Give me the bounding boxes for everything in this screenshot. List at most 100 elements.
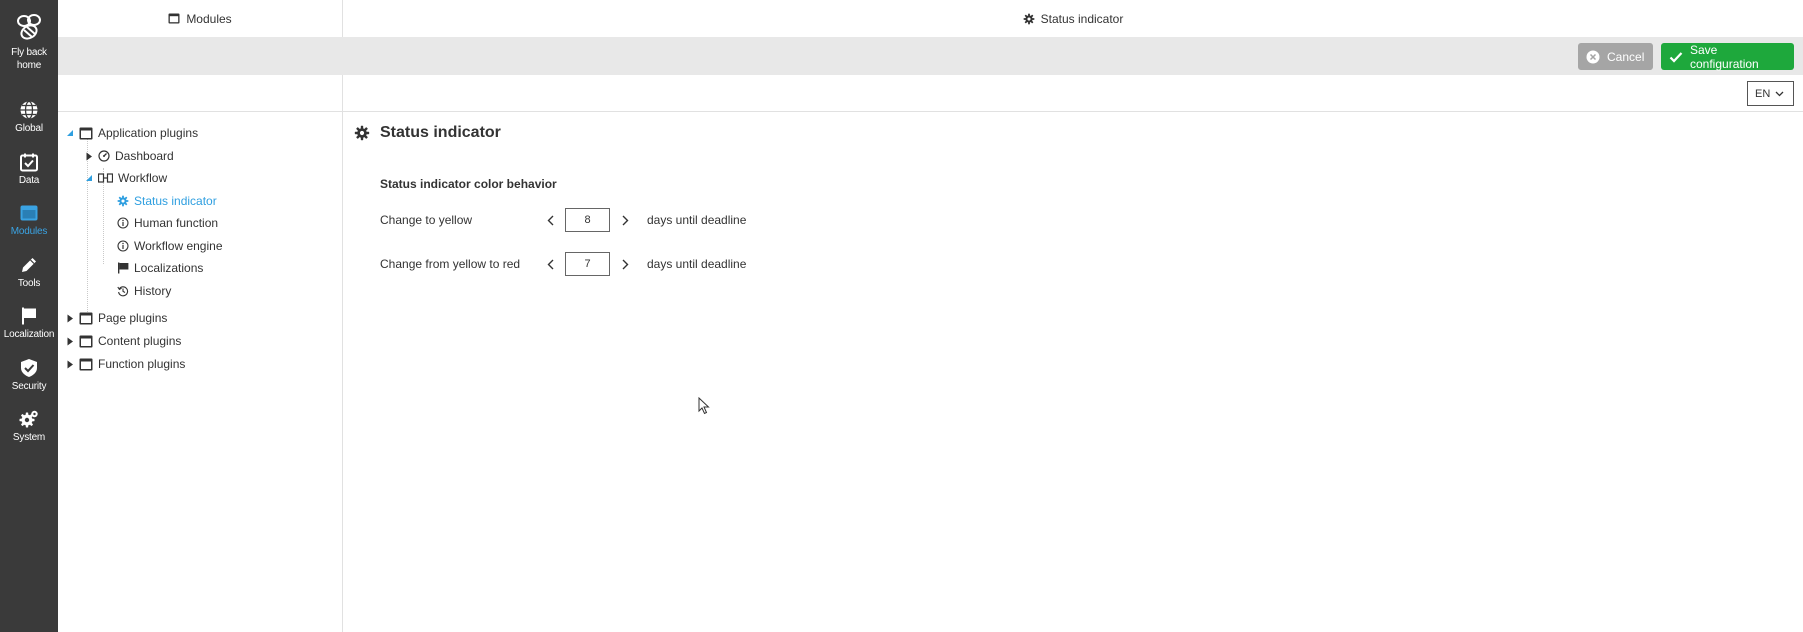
- close-circle-icon: [1586, 50, 1600, 64]
- gears-icon: [19, 410, 38, 428]
- tree-item-workflow-engine[interactable]: Workflow engine: [117, 236, 223, 256]
- check-icon: [1669, 51, 1683, 63]
- tree-item-page-plugins[interactable]: Page plugins: [64, 308, 167, 328]
- language-select[interactable]: EN: [1747, 81, 1794, 106]
- chevron-left-icon: [547, 215, 553, 225]
- rail-item-modules[interactable]: Modules: [0, 203, 58, 238]
- bee-logo-icon: [17, 14, 41, 40]
- expanded-triangle-icon: [83, 174, 95, 182]
- rail-label-global: Global: [15, 123, 43, 134]
- tree-item-label: Dashboard: [115, 149, 174, 163]
- info-icon: [117, 217, 129, 229]
- save-button-label: Save configuration: [1690, 42, 1759, 71]
- chevron-left-icon: [547, 259, 553, 269]
- chevron-right-icon: [622, 215, 628, 225]
- tree-item-label: Workflow: [118, 171, 168, 185]
- save-configuration-button[interactable]: Save configuration: [1661, 42, 1794, 71]
- collapsed-triangle-icon: [64, 360, 76, 369]
- red-days-input[interactable]: 7: [565, 252, 610, 276]
- rail-label-security: Security: [11, 381, 47, 392]
- decrement-button[interactable]: [540, 254, 560, 274]
- page-title-text: Status indicator: [380, 124, 501, 141]
- window-icon: [79, 335, 93, 348]
- window-icon: [79, 127, 93, 140]
- tree-item-history[interactable]: History: [117, 281, 171, 301]
- tree-item-dashboard[interactable]: Dashboard: [83, 146, 174, 166]
- rail-item-security[interactable]: Security: [0, 358, 58, 393]
- rail-item-tools[interactable]: Tools: [0, 255, 58, 290]
- tree-item-content-plugins[interactable]: Content plugins: [64, 331, 181, 351]
- window-icon: [79, 358, 93, 371]
- flag-icon: [22, 307, 36, 325]
- gauge-icon: [98, 150, 110, 162]
- chevron-right-icon: [622, 259, 628, 269]
- decrement-button[interactable]: [540, 210, 560, 230]
- tree-item-label: Status indicator: [134, 194, 217, 208]
- collapsed-triangle-icon: [64, 337, 76, 346]
- language-bar-divider: [342, 75, 343, 112]
- yellow-days-input[interactable]: 8: [565, 208, 610, 232]
- module-tree: Application plugins Dashboard Workflow S…: [58, 112, 343, 632]
- section-title: Status indicator color behavior: [380, 177, 557, 191]
- window-icon: [79, 312, 93, 325]
- rail-item-system[interactable]: System: [0, 409, 58, 444]
- rail-label-data: Data: [18, 175, 40, 186]
- flag-icon: [117, 262, 129, 274]
- main-navigation-rail: Fly back home Global Data Modules Tools …: [0, 0, 58, 632]
- app-window: Fly back home Global Data Modules Tools …: [0, 0, 1803, 632]
- collapsed-triangle-icon: [64, 314, 76, 323]
- window-icon: [168, 13, 180, 24]
- field-label: Change from yellow to red: [380, 257, 521, 271]
- chevron-down-icon: [1775, 91, 1784, 97]
- modules-column-header: Modules: [58, 0, 343, 37]
- increment-button[interactable]: [615, 254, 635, 274]
- tree-item-application-plugins[interactable]: Application plugins: [64, 123, 198, 143]
- detail-column-header: Status indicator: [343, 0, 1803, 37]
- pencil-icon: [22, 258, 36, 272]
- workflow-icon: [98, 172, 113, 184]
- shield-check-icon: [21, 359, 37, 377]
- action-toolbar: [58, 37, 1803, 75]
- gear-icon: [117, 195, 129, 207]
- tree-item-label: Localizations: [134, 261, 204, 275]
- field-suffix: days until deadline: [647, 257, 747, 271]
- tree-item-localizations[interactable]: Localizations: [117, 258, 203, 278]
- field-label: Change to yellow: [380, 213, 473, 227]
- fly-back-home-label: Fly back home: [11, 47, 47, 71]
- cancel-button-label: Cancel: [1607, 49, 1645, 64]
- info-icon: [117, 240, 129, 252]
- mouse-cursor-icon: [698, 396, 710, 420]
- tree-item-human-function[interactable]: Human function: [117, 213, 218, 233]
- cancel-button[interactable]: Cancel: [1578, 43, 1653, 70]
- increment-button[interactable]: [615, 210, 635, 230]
- gear-icon: [1023, 13, 1035, 25]
- tree-item-label: Human function: [134, 216, 219, 230]
- language-bar: [58, 75, 1803, 112]
- expanded-triangle-icon: [64, 129, 76, 137]
- tree-item-status-indicator[interactable]: Status indicator: [117, 191, 217, 211]
- detail-header-title: Status indicator: [1040, 11, 1124, 26]
- tree-item-label: Page plugins: [98, 311, 168, 325]
- rail-item-global[interactable]: Global: [0, 100, 58, 135]
- language-select-value: EN: [1755, 87, 1771, 100]
- tree-item-label: History: [134, 284, 172, 298]
- tree-item-label: Workflow engine: [134, 239, 223, 253]
- gear-icon: [354, 125, 370, 141]
- rail-label-localization: Localization: [3, 329, 55, 340]
- rail-item-data[interactable]: Data: [0, 152, 58, 187]
- page-title: Status indicator: [354, 124, 501, 142]
- rail-item-localization[interactable]: Localization: [0, 306, 58, 341]
- tree-item-label: Function plugins: [98, 357, 186, 371]
- field-change-to-yellow: Change to yellow 8 days until deadline: [380, 207, 746, 233]
- tree-item-function-plugins[interactable]: Function plugins: [64, 354, 185, 374]
- rail-label-system: System: [12, 432, 46, 443]
- globe-icon: [20, 100, 38, 120]
- window-icon: [20, 205, 38, 221]
- collapsed-triangle-icon: [83, 152, 95, 161]
- fly-back-home-button[interactable]: Fly back home: [0, 10, 58, 72]
- calendar-check-icon: [20, 153, 38, 172]
- tree-item-workflow[interactable]: Workflow: [83, 168, 167, 188]
- modules-header-title: Modules: [186, 11, 232, 26]
- rail-label-modules: Modules: [10, 226, 48, 237]
- tree-item-label: Content plugins: [98, 334, 182, 348]
